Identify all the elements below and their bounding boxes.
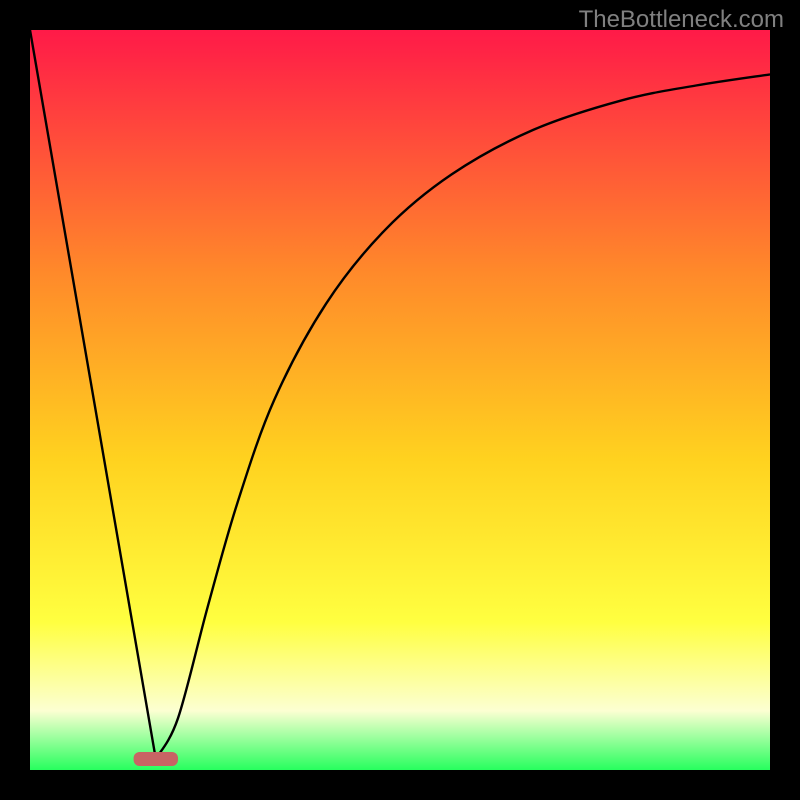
chart-frame: TheBottleneck.com	[0, 0, 800, 800]
plot-area	[30, 30, 770, 770]
chart-svg	[30, 30, 770, 770]
heat-gradient-background	[30, 30, 770, 770]
watermark-text: TheBottleneck.com	[579, 6, 784, 34]
optimal-marker	[134, 752, 178, 766]
